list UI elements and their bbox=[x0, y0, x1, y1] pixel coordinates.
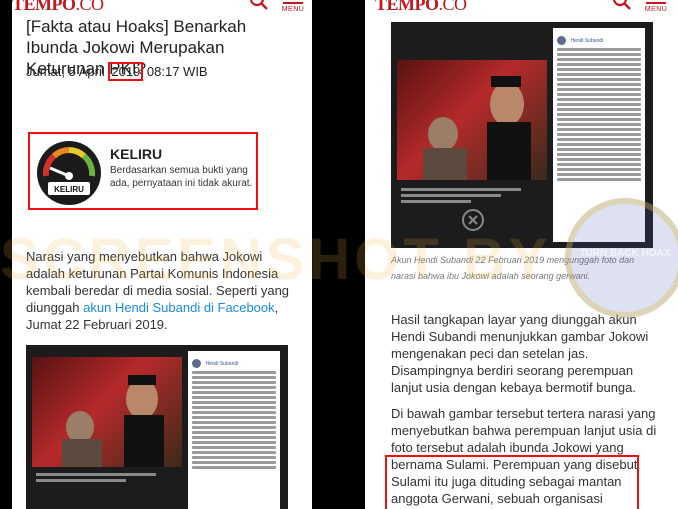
year-highlight: 2019 bbox=[108, 62, 144, 81]
facebook-screenshot-image: Hendi Subandi bbox=[391, 22, 653, 248]
facebook-screenshot-image: Hendi Subandi bbox=[26, 345, 288, 509]
jokowi-photo bbox=[397, 60, 547, 180]
verdict-box: KELIRU KELIRU Berdasarkan semua bukti ya… bbox=[28, 132, 258, 210]
facebook-post-card: Hendi Subandi bbox=[553, 28, 645, 242]
gauge-icon: KELIRU bbox=[37, 141, 101, 205]
hamburger-icon bbox=[646, 0, 666, 4]
verdict-description: Berdasarkan semua bukti yang ada, pernya… bbox=[110, 165, 253, 189]
tempo-logo[interactable]: TEMPO.CO bbox=[12, 0, 104, 15]
jokowi-photo bbox=[32, 357, 182, 467]
article-date: Jumat, 5 April 2019 08:17 WIB bbox=[26, 62, 208, 81]
verdict-title: KELIRU bbox=[110, 146, 163, 162]
close-icon[interactable] bbox=[461, 208, 485, 232]
facebook-account-link[interactable]: akun Hendi Subandi di Facebook bbox=[83, 300, 275, 315]
right-phone-screen: TEMPO.CO MENU Hendi Subandi Akun Hendi S… bbox=[365, 0, 678, 509]
search-icon[interactable] bbox=[611, 0, 633, 12]
tempo-logo[interactable]: TEMPO.CO bbox=[375, 0, 467, 15]
hamburger-icon bbox=[283, 0, 303, 4]
gauge-label: KELIRU bbox=[54, 185, 84, 194]
annotation-highlight-box bbox=[385, 455, 639, 509]
avatar bbox=[192, 359, 201, 369]
article-paragraph: Narasi yang menyebutkan bahwa Jokowi ada… bbox=[26, 249, 290, 332]
search-icon[interactable] bbox=[248, 0, 270, 12]
image-caption: Akun Hendi Subandi 22 Februari 2019 meng… bbox=[391, 255, 635, 281]
menu-button[interactable]: MENU bbox=[641, 0, 671, 18]
article-paragraph: Hasil tangkapan layar yang diunggah akun… bbox=[391, 312, 649, 395]
facebook-post-card: Hendi Subandi bbox=[188, 351, 280, 509]
avatar bbox=[557, 36, 566, 46]
left-phone-screen: TEMPO.CO MENU [Fakta atau Hoaks] Benarka… bbox=[12, 0, 312, 509]
